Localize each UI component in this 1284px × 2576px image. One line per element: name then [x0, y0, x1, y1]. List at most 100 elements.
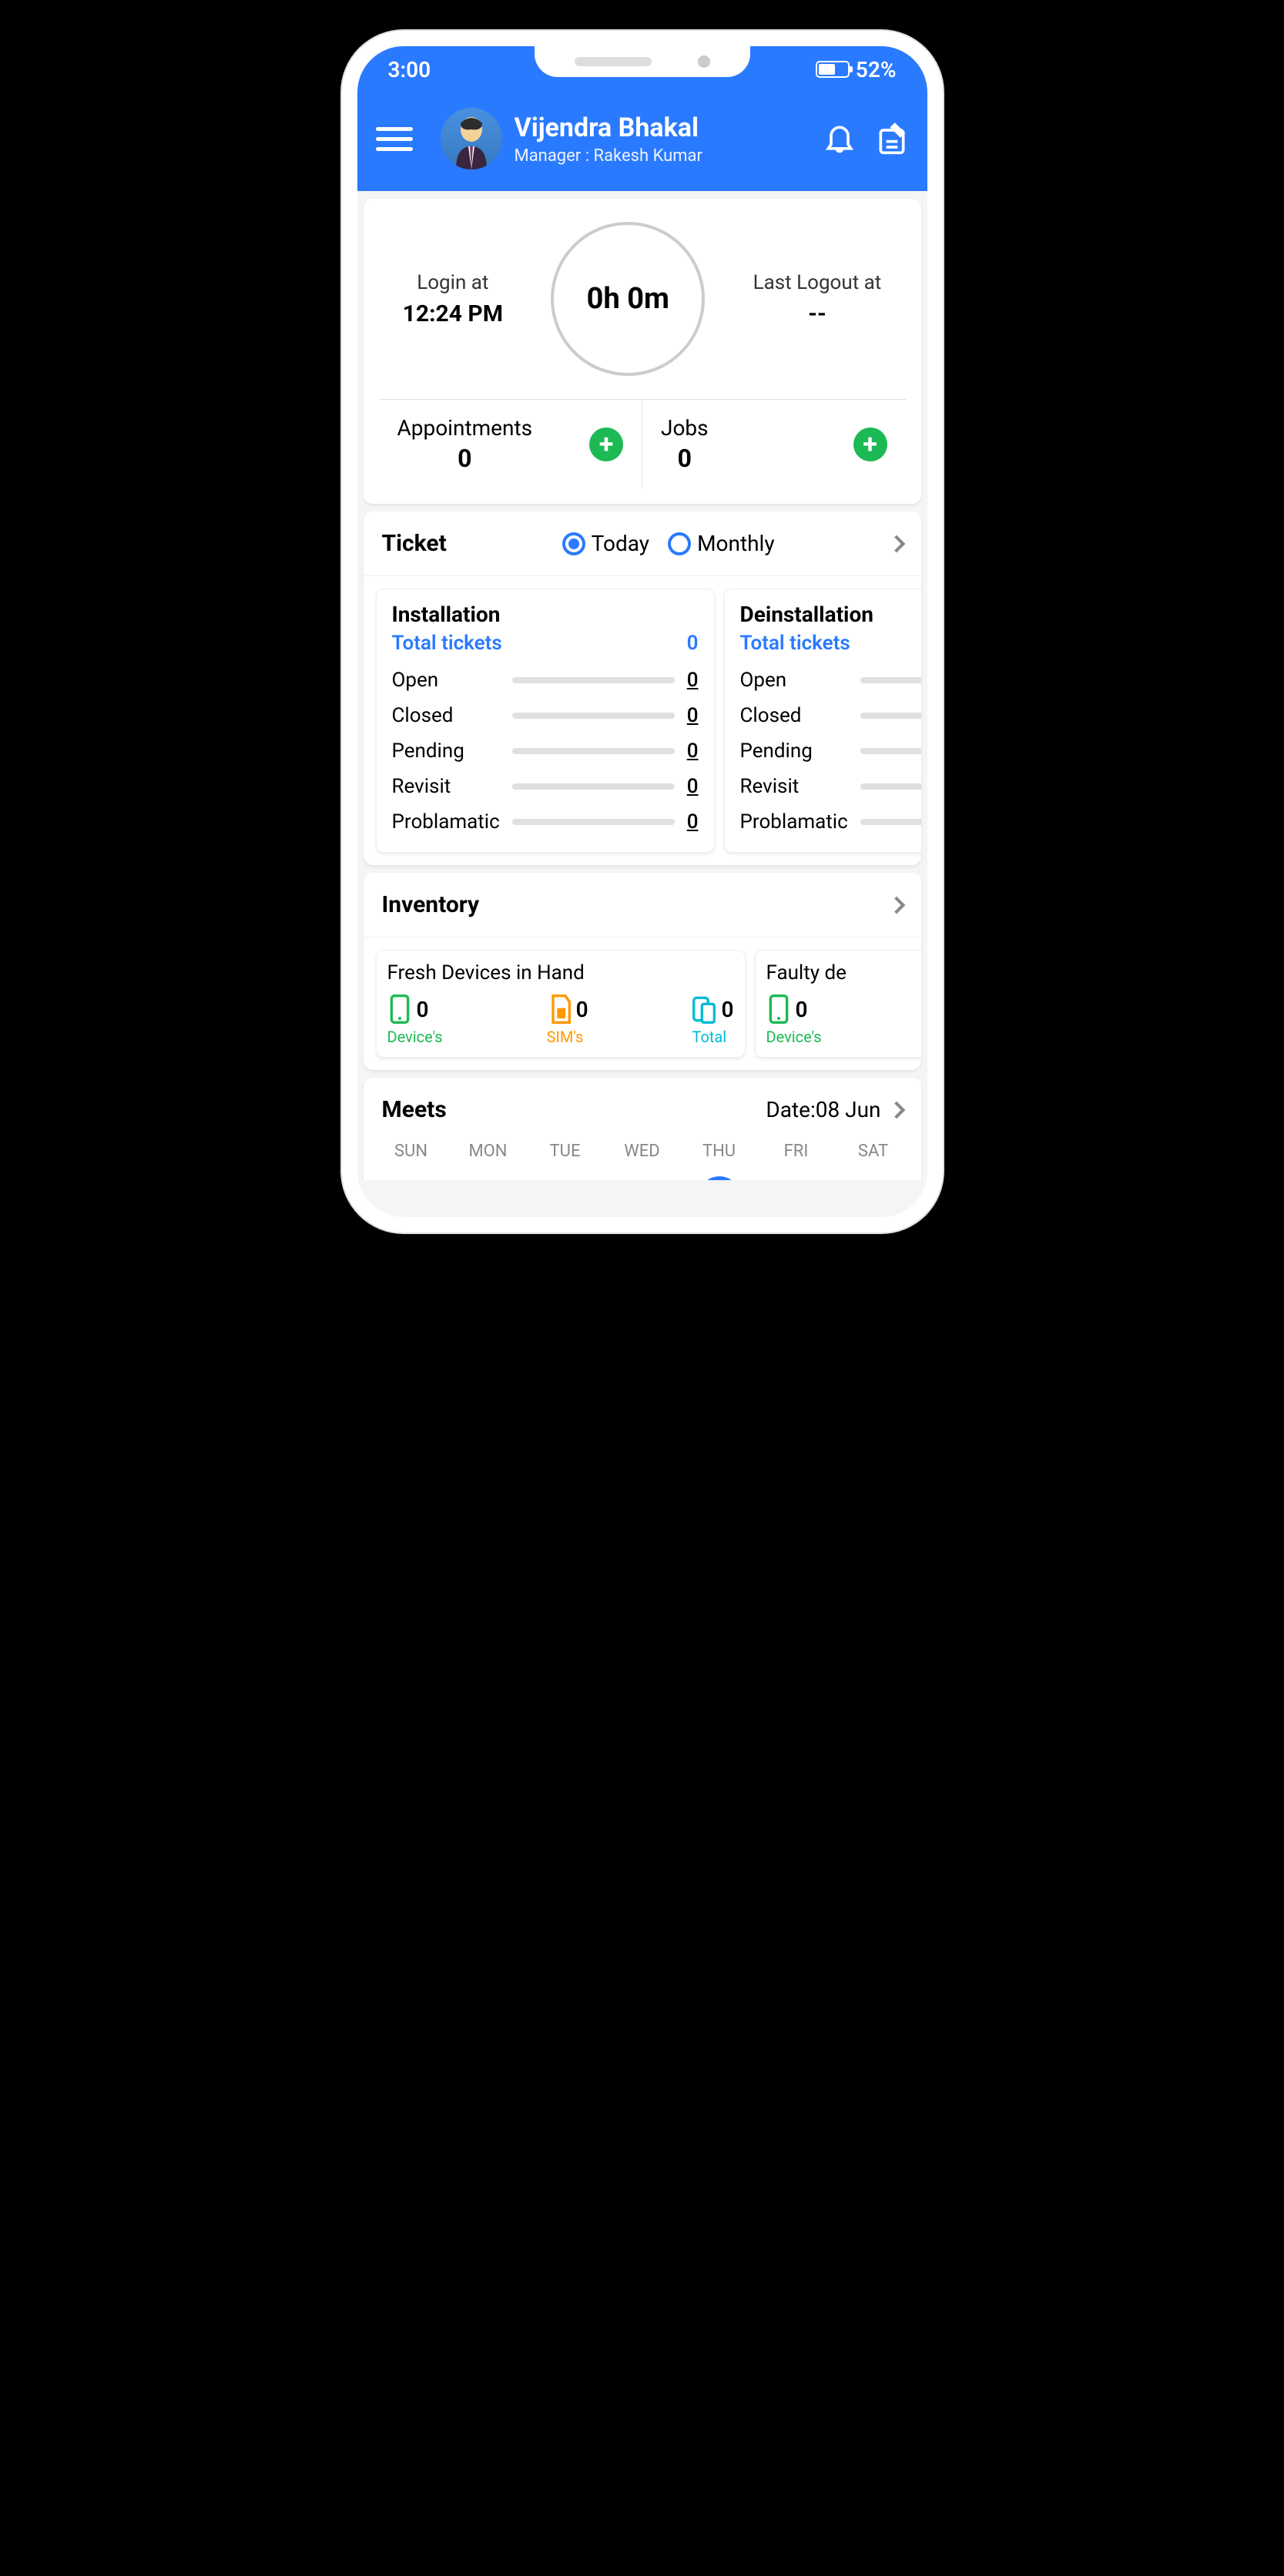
content[interactable]: Login at 12:24 PM 0h 0m Last Logout at -…	[357, 191, 927, 1180]
ticket-header: Ticket Today Monthly	[364, 512, 921, 576]
ticket-card[interactable]: Deinstallation Total tickets 0 Open 0 Cl…	[724, 589, 921, 853]
meets-date[interactable]: Date:08 Jun	[766, 1097, 902, 1122]
ticket-row-value: 0	[687, 704, 699, 727]
header-icons	[823, 122, 909, 156]
calendar-day[interactable]: MON 05	[468, 1142, 509, 1180]
appointments-block: Appointments 0 +	[379, 400, 643, 488]
manager-label: Manager : Rakesh Kumar	[515, 146, 810, 166]
calendar-date: 10	[853, 1176, 894, 1180]
device-icon	[387, 994, 412, 1025]
logout-at-block: Last Logout at --	[753, 271, 882, 327]
ticket-row[interactable]: Problamatic 0	[740, 804, 921, 840]
inventory-item-label: SIM's	[547, 1028, 588, 1046]
app-header: Vijendra Bhakal Manager : Rakesh Kumar	[357, 92, 927, 191]
ticket-row-label: Open	[740, 669, 848, 692]
appointments-label: Appointments	[397, 415, 533, 441]
progress-bar	[512, 783, 675, 790]
inventory-card[interactable]: Faulty de 0 Device's	[755, 950, 921, 1058]
ticket-row-value: 0	[687, 740, 699, 763]
ticket-card[interactable]: Installation Total tickets 0 Open 0 Clos…	[376, 589, 715, 853]
phone-screen: 3:00 52% Vijendra Bhakal	[357, 46, 927, 1217]
inventory-item-value: 0	[796, 997, 808, 1022]
ticket-row[interactable]: Closed 0	[392, 698, 699, 733]
duration-circle: 0h 0m	[551, 222, 705, 376]
ticket-row[interactable]: Revisit 0	[392, 769, 699, 804]
ticket-row-label: Open	[392, 669, 500, 692]
calendar-date: 09	[776, 1176, 817, 1180]
progress-bar	[512, 748, 675, 754]
radio-today-label: Today	[592, 531, 649, 556]
ticket-row[interactable]: Pending 0	[740, 733, 921, 769]
calendar-day-name: FRI	[776, 1142, 817, 1161]
progress-bar	[512, 677, 675, 683]
phone-frame: 3:00 52% Vijendra Bhakal	[342, 31, 943, 1233]
inventory-item-value: 0	[417, 997, 429, 1022]
chevron-right-icon[interactable]	[887, 896, 905, 914]
progress-bar	[860, 713, 921, 719]
inventory-item: 0 SIM's	[547, 994, 588, 1046]
inventory-item: 0 Device's	[387, 994, 443, 1046]
calendar-day[interactable]: SUN 04	[391, 1142, 432, 1180]
ticket-row-label: Pending	[740, 740, 848, 763]
progress-bar	[860, 783, 921, 790]
inventory-card-title: Fresh Devices in Hand	[387, 961, 734, 984]
sim-icon	[547, 994, 572, 1025]
inventory-item: 0 Total	[692, 994, 733, 1046]
ticket-row[interactable]: Open 0	[740, 662, 921, 698]
ticket-row-label: Pending	[392, 740, 500, 763]
chevron-right-icon[interactable]	[887, 535, 905, 552]
calendar-day[interactable]: FRI 09	[776, 1142, 817, 1180]
radio-today[interactable]: Today	[562, 531, 649, 556]
total-icon	[692, 994, 716, 1025]
login-at-block: Login at 12:24 PM	[403, 271, 503, 327]
phone-notch	[535, 46, 750, 77]
ticket-row-label: Revisit	[392, 775, 500, 798]
bell-icon[interactable]	[823, 122, 857, 156]
inventory-items: 0 Device's 0 SIM's 0 Total	[387, 994, 734, 1046]
avatar[interactable]	[441, 108, 502, 169]
meets-date-label: Date:08 Jun	[766, 1097, 880, 1122]
ticket-cards[interactable]: Installation Total tickets 0 Open 0 Clos…	[364, 576, 921, 865]
ticket-row[interactable]: Closed 0	[740, 698, 921, 733]
calendar-date: 05	[468, 1176, 509, 1180]
ticket-total-label: Total tickets	[740, 632, 850, 655]
menu-icon[interactable]	[376, 127, 413, 151]
calendar-day[interactable]: WED 07	[622, 1142, 663, 1180]
login-bottom: Appointments 0 + Jobs 0 +	[379, 399, 906, 488]
calendar-date: 08	[699, 1176, 740, 1180]
appointments-count: 0	[397, 444, 533, 473]
notch-camera	[698, 55, 710, 68]
add-job-button[interactable]: +	[853, 428, 887, 461]
calendar-day[interactable]: SAT 10	[853, 1142, 894, 1180]
calendar-day-name: WED	[622, 1142, 663, 1161]
inventory-card[interactable]: Fresh Devices in Hand 0 Device's 0 SIM's…	[376, 950, 746, 1058]
ticket-row-label: Problamatic	[392, 810, 500, 834]
calendar-day-name: SAT	[853, 1142, 894, 1161]
ticket-total-row: Total tickets 0	[392, 632, 699, 655]
user-name: Vijendra Bhakal	[515, 112, 810, 143]
calendar-row: SUN 04 MON 05 TUE 06 WED 07 THU 08 FRI 09 SAT …	[364, 1142, 921, 1180]
ticket-total-value: 0	[687, 632, 699, 655]
ticket-row[interactable]: Pending 0	[392, 733, 699, 769]
meets-section: Meets Date:08 Jun SUN 04 MON 05 TUE 06 WED …	[364, 1078, 921, 1180]
avatar-icon	[448, 116, 494, 169]
ticket-row[interactable]: Open 0	[392, 662, 699, 698]
radio-monthly[interactable]: Monthly	[668, 531, 775, 556]
ticket-total-label: Total tickets	[392, 632, 502, 655]
inventory-cards[interactable]: Fresh Devices in Hand 0 Device's 0 SIM's…	[364, 937, 921, 1070]
radio-icon	[562, 532, 585, 555]
note-icon[interactable]	[875, 122, 909, 156]
ticket-row[interactable]: Problamatic 0	[392, 804, 699, 840]
calendar-day[interactable]: TUE 06	[545, 1142, 586, 1180]
add-appointment-button[interactable]: +	[589, 428, 623, 461]
calendar-day[interactable]: THU 08	[699, 1142, 740, 1180]
inventory-item-label: Device's	[766, 1028, 822, 1046]
ticket-row[interactable]: Revisit 0	[740, 769, 921, 804]
inventory-item: 0 Device's	[766, 994, 822, 1046]
ticket-card-title: Installation	[392, 602, 699, 627]
logout-at-value: --	[753, 300, 882, 327]
calendar-day-name: TUE	[545, 1142, 586, 1161]
meets-title: Meets	[382, 1096, 447, 1123]
inventory-header: Inventory	[364, 873, 921, 937]
jobs-label: Jobs	[661, 415, 709, 441]
